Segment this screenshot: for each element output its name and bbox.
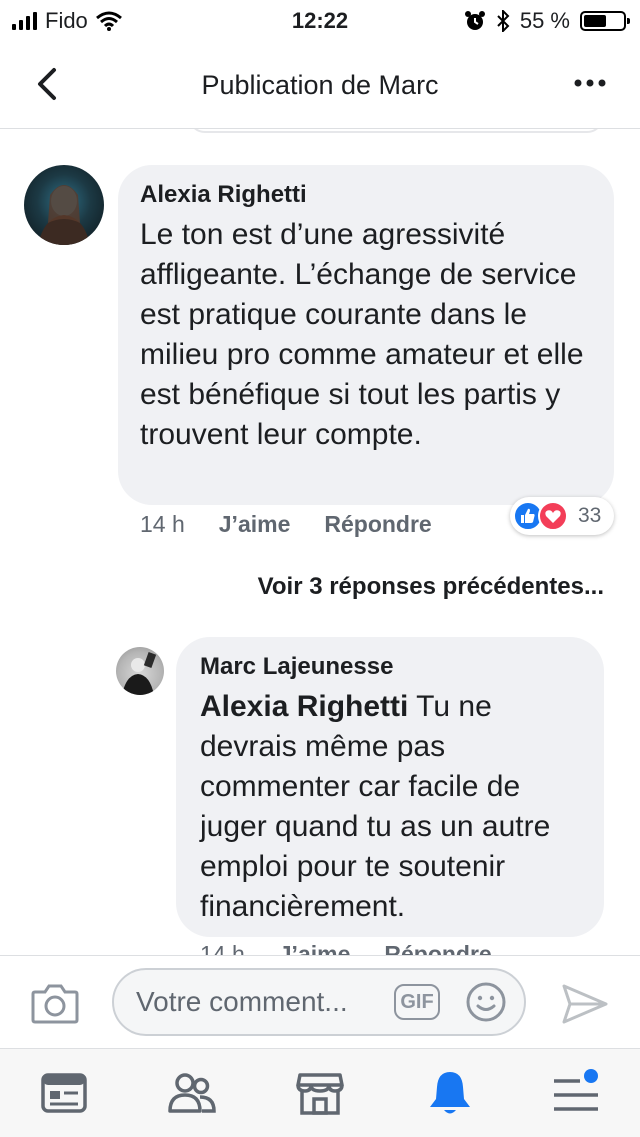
nav-bar: Publication de Marc [0,40,640,129]
love-reaction-icon [538,501,568,531]
battery-percent: 55 % [519,8,570,33]
reply-time: 14 h [200,941,245,955]
reply-actions: 14 h J’aime Répondre [200,941,492,955]
tab-marketplace[interactable] [294,1067,346,1119]
reactions-summary[interactable]: 33 [510,497,614,535]
like-button[interactable]: J’aime [219,511,291,538]
tab-bar [0,1048,640,1137]
reply-message: Tu ne devrais même pas commenter car fac… [200,690,551,923]
reply-author[interactable]: Marc Lajeunesse [200,653,580,681]
previous-comment-bubble [188,129,604,133]
menu-notification-dot [584,1069,598,1083]
reply-reply-button[interactable]: Répondre [384,941,491,955]
send-icon[interactable] [560,982,610,1026]
comment-author[interactable]: Alexia Righetti [140,181,592,209]
comments-feed[interactable]: Alexia Righetti Le ton est d’une agressi… [0,129,640,955]
profile-photo-icon [38,185,90,245]
comment-bubble[interactable]: Alexia Righetti Le ton est d’une agressi… [118,165,614,505]
tab-notifications[interactable] [424,1067,476,1119]
alarm-icon [464,11,485,30]
status-bar: Fido 12:22 55 % [0,0,640,40]
marketplace-icon [296,1073,344,1115]
tab-news-feed[interactable] [38,1067,90,1119]
reply-text: Alexia Righetti Tu ne devrais même pas c… [200,687,580,927]
view-previous-replies-link[interactable]: Voir 3 réponses précédentes... [258,573,604,601]
comment-input[interactable] [136,970,396,1034]
profile-photo-icon [122,652,157,695]
gif-button[interactable]: GIF [394,984,440,1020]
avatar[interactable] [116,647,164,695]
mention-link[interactable]: Alexia Righetti [200,690,408,723]
comment-time: 14 h [140,511,185,537]
reaction-count: 33 [578,504,602,527]
comment-actions: 14 h J’aime Répondre [140,511,432,538]
friends-icon [168,1073,216,1113]
page-title: Publication de Marc [201,70,439,100]
more-dots-icon[interactable] [570,68,610,98]
comment-box[interactable]: GIF [112,968,526,1036]
comment-composer: GIF [0,955,640,1048]
avatar[interactable] [24,165,104,245]
reply-like-button[interactable]: J’aime [279,941,351,955]
tab-friends[interactable] [166,1067,218,1119]
bluetooth-icon [497,10,510,32]
camera-icon[interactable] [30,980,80,1026]
news-feed-icon [41,1073,87,1113]
reply-button[interactable]: Répondre [324,511,431,538]
status-right: 55 % [464,8,630,34]
bell-icon [430,1072,470,1114]
comment-text: Le ton est d’une agressivité affligeante… [140,218,584,451]
emoji-icon[interactable] [464,980,508,1024]
battery-icon [580,11,630,31]
reply-bubble[interactable]: Marc Lajeunesse Alexia Righetti Tu ne de… [176,637,604,937]
